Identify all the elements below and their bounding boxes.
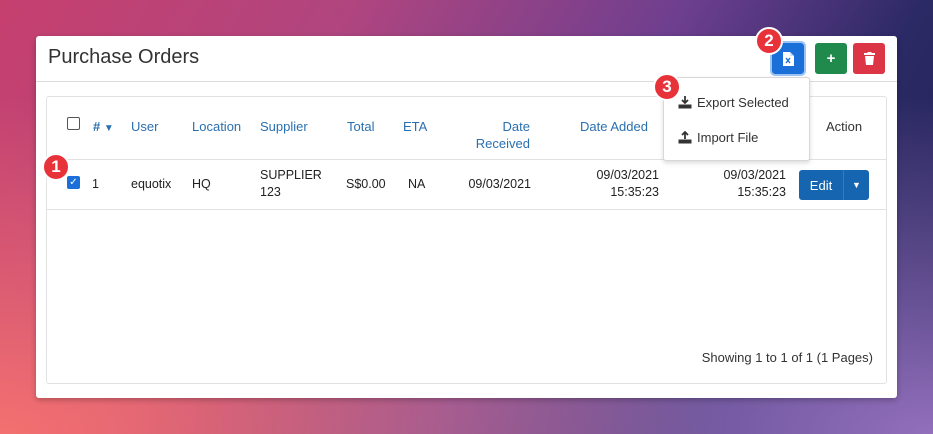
export-dropdown-menu: Export Selected Import File: [663, 77, 810, 161]
column-header-date-added[interactable]: Date Added: [580, 118, 648, 135]
column-header-supplier[interactable]: Supplier: [260, 118, 308, 135]
annotation-badge-1: 1: [42, 153, 70, 181]
pagination-info: Showing 1 to 1 of 1 (1 Pages): [701, 350, 873, 365]
sort-desc-icon: ▼: [103, 123, 114, 134]
menu-item-import-file[interactable]: Import File: [678, 127, 758, 147]
edit-button[interactable]: Edit: [799, 170, 843, 200]
table-row: ✓ 1 equotix HQ SUPPLIER 123 S$0.00 NA 09…: [47, 160, 886, 210]
column-header-num[interactable]: # ▼: [93, 118, 114, 137]
upload-icon: [678, 130, 692, 143]
edit-button-group: Edit ▼: [799, 170, 869, 200]
cell-supplier: SUPPLIER 123: [260, 168, 322, 199]
column-header-location[interactable]: Location: [192, 118, 241, 135]
cell-user: equotix: [131, 177, 172, 191]
cell-date-updated: 09/03/2021 15:35:23: [723, 168, 786, 199]
row-checkbox[interactable]: ✓: [67, 176, 80, 189]
cell-location: HQ: [192, 177, 211, 191]
cell-num: 1: [92, 177, 99, 191]
column-header-date-received[interactable]: Date Received: [467, 118, 530, 152]
column-header-total[interactable]: Total: [347, 118, 374, 135]
column-header-eta[interactable]: ETA: [403, 118, 427, 135]
column-header-action: Action: [826, 119, 863, 134]
cell-eta: NA: [408, 177, 426, 191]
select-all-checkbox[interactable]: [67, 117, 80, 130]
annotation-badge-2: 2: [755, 27, 783, 55]
add-button[interactable]: +: [815, 43, 847, 74]
trash-icon: [863, 52, 875, 65]
caret-down-icon: ▼: [852, 180, 861, 190]
column-header-user[interactable]: User: [131, 118, 158, 135]
plus-icon: +: [826, 50, 836, 67]
cell-total: S$0.00: [346, 177, 386, 191]
annotation-badge-3: 3: [653, 73, 681, 101]
delete-button[interactable]: [853, 43, 885, 74]
cell-date-received: 09/03/2021: [468, 177, 531, 191]
menu-item-export-selected[interactable]: Export Selected: [678, 92, 789, 112]
download-icon: [678, 95, 692, 108]
edit-dropdown-toggle[interactable]: ▼: [843, 170, 869, 200]
cell-date-added: 09/03/2021 15:35:23: [596, 168, 659, 199]
page-title: Purchase Orders: [48, 46, 200, 68]
file-excel-icon: [783, 51, 794, 66]
